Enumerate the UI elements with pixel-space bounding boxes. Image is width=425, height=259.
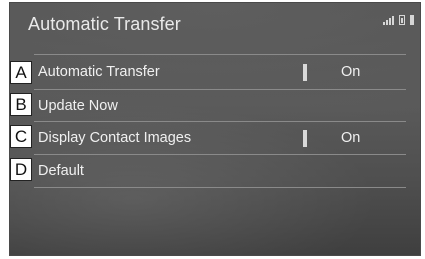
- page-title: Automatic Transfer: [28, 14, 181, 34]
- automatic-transfer-label: Automatic Transfer: [38, 64, 160, 80]
- callout-d: D: [10, 158, 32, 181]
- divider: [34, 121, 406, 122]
- callout-b: B: [10, 93, 32, 116]
- default-label: Default: [38, 163, 84, 179]
- automatic-transfer-value: On: [341, 64, 361, 80]
- display-contact-images-indicator: [303, 130, 307, 147]
- divider: [34, 54, 406, 55]
- callout-a: A: [10, 61, 32, 84]
- settings-screen: Automatic Transfer Automatic Transfer On…: [9, 2, 421, 256]
- automatic-transfer-row[interactable]: Automatic Transfer On: [34, 57, 406, 88]
- divider: [34, 154, 406, 155]
- divider: [34, 187, 406, 188]
- callout-c: C: [10, 125, 32, 148]
- battery-icon: [399, 15, 405, 25]
- update-now-label: Update Now: [38, 98, 118, 114]
- display-contact-images-label: Display Contact Images: [38, 130, 192, 146]
- phone-icon: [410, 15, 414, 25]
- display-contact-images-value: On: [341, 130, 361, 146]
- status-bar: [383, 15, 414, 25]
- automatic-transfer-indicator: [303, 64, 307, 81]
- default-row[interactable]: Default: [34, 156, 406, 187]
- signal-icon: [383, 16, 394, 25]
- update-now-row[interactable]: Update Now: [34, 91, 406, 122]
- divider: [34, 89, 406, 90]
- display-contact-images-row[interactable]: Display Contact Images On: [34, 123, 406, 154]
